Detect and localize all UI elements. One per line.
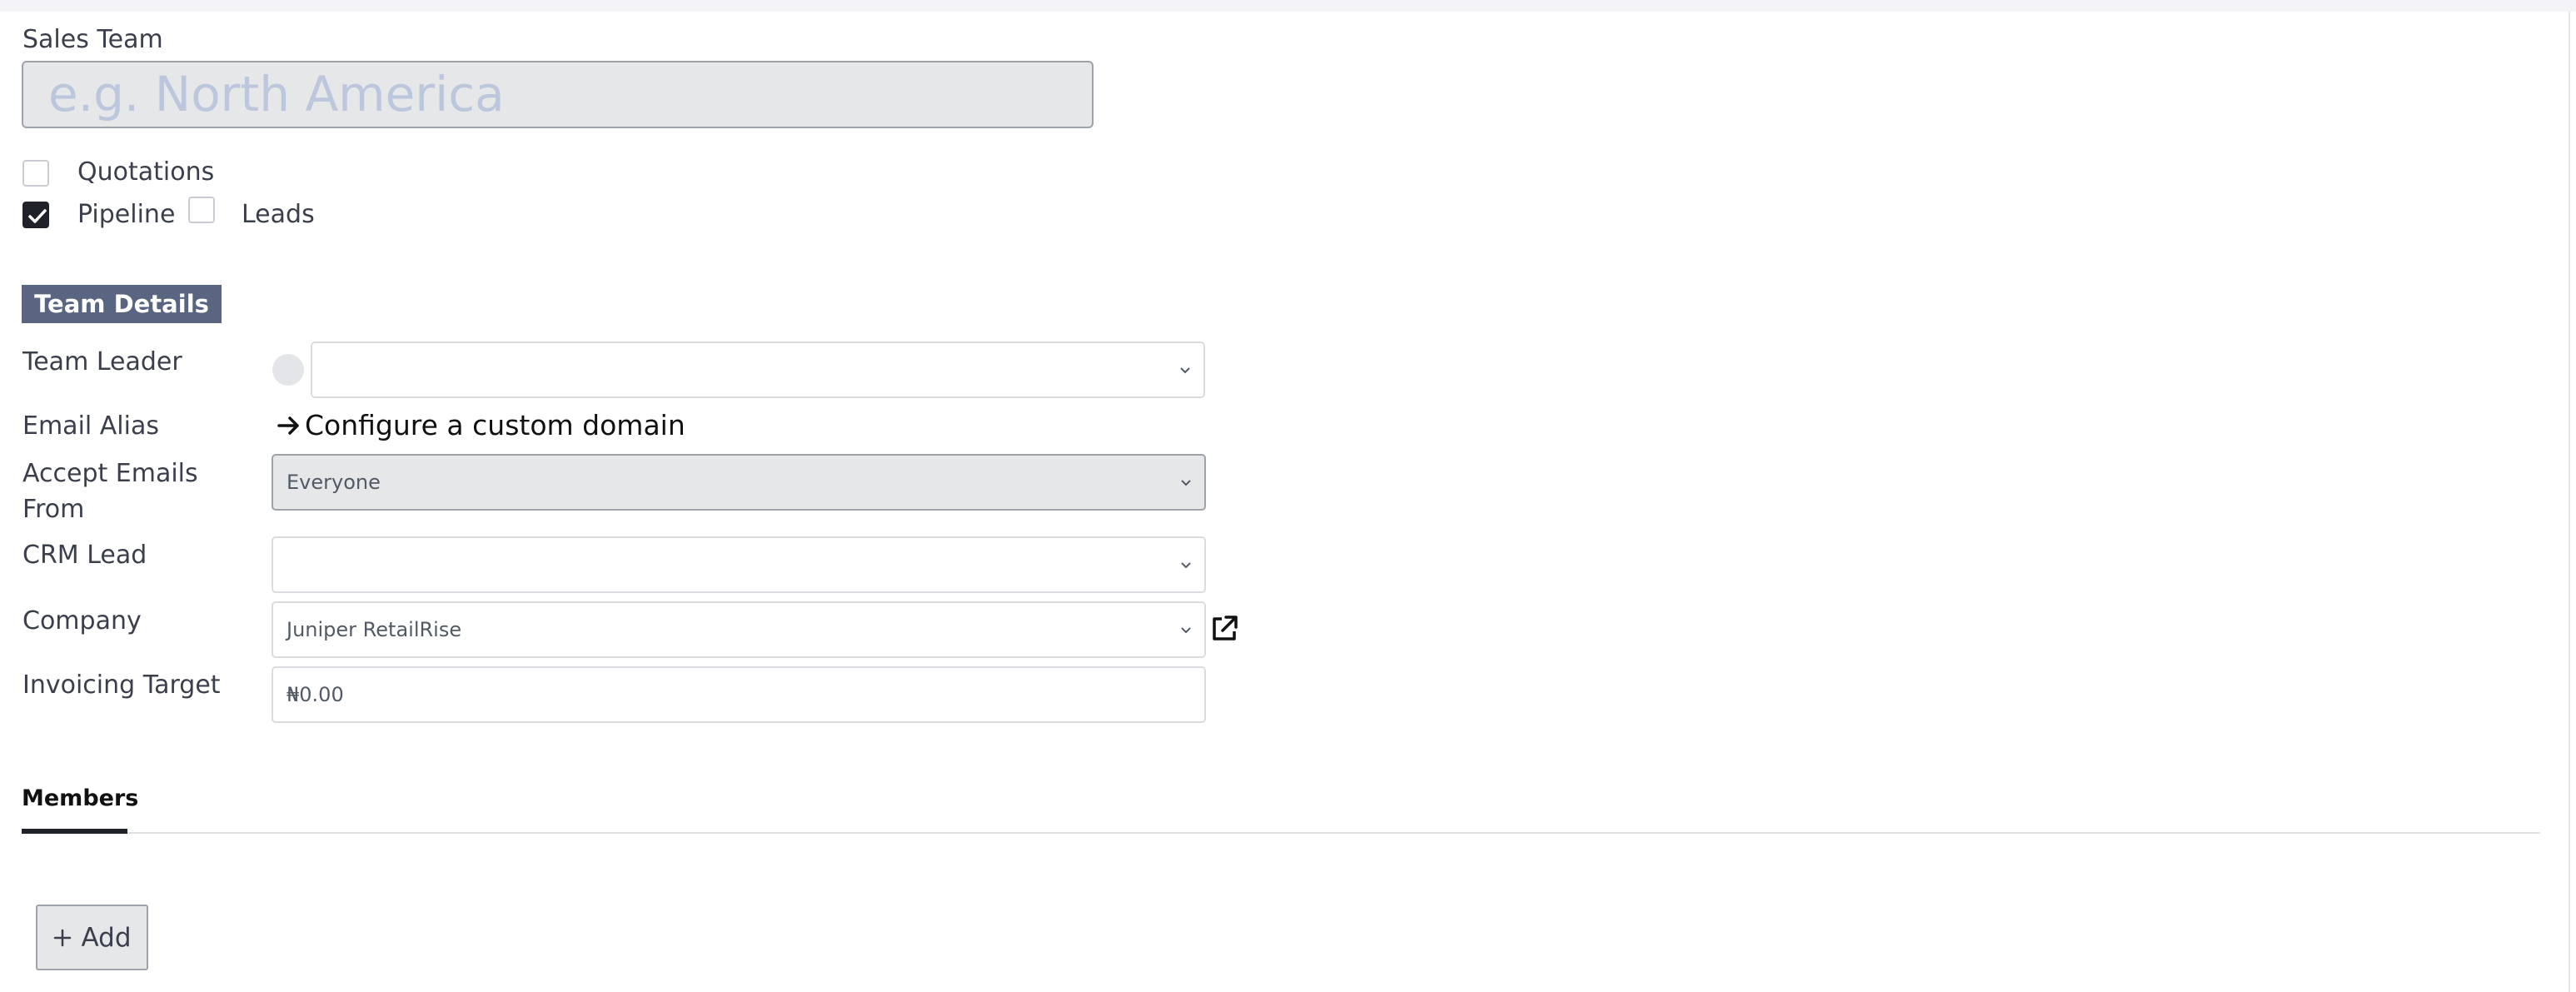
add-member-button[interactable]: Add — [36, 905, 148, 970]
email-alias-label: Email Alias — [22, 411, 159, 441]
tab-divider — [22, 832, 2540, 834]
avatar — [272, 354, 304, 386]
invoicing-target-label: Invoicing Target — [22, 670, 221, 700]
pipeline-checkbox[interactable] — [22, 202, 49, 228]
leads-label: Leads — [242, 200, 315, 229]
company-select[interactable]: Juniper RetailRise — [272, 601, 1206, 658]
accept-emails-label-line2: From — [22, 495, 85, 524]
chevron-down-icon — [1181, 480, 1191, 486]
pipeline-label: Pipeline — [77, 200, 176, 229]
external-link-icon[interactable] — [1209, 614, 1239, 644]
add-member-label: Add — [81, 922, 132, 953]
sales-team-placeholder: e.g. North America — [48, 66, 505, 122]
tab-active-indicator — [22, 829, 127, 834]
invoicing-target-input[interactable]: ₦0.00 — [272, 666, 1206, 723]
top-bar — [0, 0, 2576, 12]
scrollbar-track[interactable] — [2569, 12, 2570, 992]
company-value: Juniper RetailRise — [286, 618, 462, 641]
team-leader-label: Team Leader — [22, 347, 182, 376]
crm-lead-select[interactable] — [272, 536, 1206, 593]
invoicing-target-value: ₦0.00 — [286, 683, 344, 706]
accept-emails-select[interactable]: Everyone — [272, 454, 1206, 511]
arrow-right-icon — [277, 416, 299, 435]
tab-members[interactable]: Members — [22, 785, 138, 811]
company-label: Company — [22, 606, 142, 636]
configure-domain-link[interactable]: Configure a custom domain — [277, 409, 685, 441]
sales-team-name-input[interactable]: e.g. North America — [22, 61, 1094, 128]
quotations-label: Quotations — [77, 157, 215, 187]
sales-team-label: Sales Team — [22, 25, 163, 54]
plus-icon — [54, 929, 72, 946]
quotations-checkbox[interactable] — [22, 160, 49, 187]
check-icon — [28, 209, 47, 223]
leads-checkbox[interactable] — [188, 197, 215, 223]
accept-emails-value: Everyone — [286, 471, 381, 494]
crm-lead-label: CRM Lead — [22, 541, 147, 570]
configure-domain-text: Configure a custom domain — [305, 409, 685, 441]
team-leader-select[interactable] — [311, 341, 1205, 398]
accept-emails-label-line1: Accept Emails — [22, 459, 198, 488]
team-details-header: Team Details — [22, 285, 222, 323]
chevron-down-icon — [1181, 562, 1191, 569]
chevron-down-icon — [1180, 367, 1190, 374]
accept-emails-label: Accept Emails From — [22, 456, 198, 527]
chevron-down-icon — [1181, 627, 1191, 634]
